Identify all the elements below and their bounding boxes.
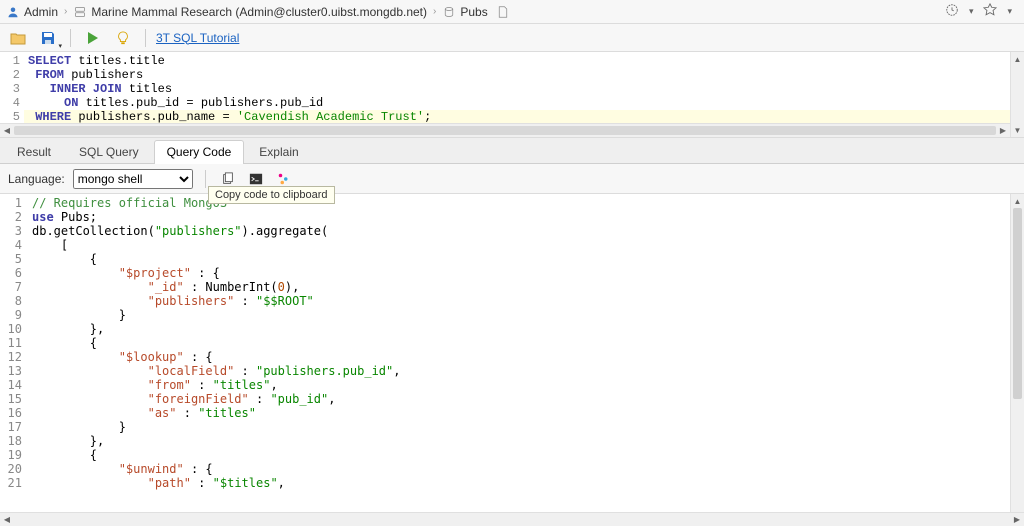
code-line[interactable]: } [28, 308, 1024, 322]
code-line[interactable]: "$unwind" : { [28, 462, 1024, 476]
code-line[interactable]: "from" : "titles", [28, 378, 1024, 392]
code-line[interactable]: { [28, 336, 1024, 350]
code-line[interactable]: "foreignField" : "pub_id", [28, 392, 1024, 406]
language-label: Language: [8, 172, 65, 186]
code-line[interactable]: INNER JOIN titles [24, 82, 1024, 96]
user-icon [6, 5, 20, 19]
code-line[interactable]: "_id" : NumberInt(0), [28, 280, 1024, 294]
chevron-right-icon: › [64, 6, 67, 17]
save-button[interactable]: ▾ [36, 27, 60, 49]
code-line[interactable]: WHERE publishers.pub_name = 'Cavendish A… [24, 110, 1024, 124]
sql-editor[interactable]: 12345 SELECT titles.title FROM publisher… [0, 52, 1024, 138]
scrollbar-vertical[interactable]: ▲ ▼ [1010, 52, 1024, 137]
scroll-right-icon[interactable]: ▶ [996, 126, 1010, 135]
scroll-up-icon[interactable]: ▲ [1011, 52, 1024, 66]
code-line[interactable]: { [28, 252, 1024, 266]
history-icon[interactable] [945, 3, 959, 20]
run-button[interactable] [81, 27, 105, 49]
breadcrumb-connection[interactable]: Marine Mammal Research (Admin@cluster0.u… [91, 5, 427, 19]
scroll-left-icon[interactable]: ◀ [0, 515, 14, 524]
query-code-editor[interactable]: 123456789101112131415161718192021 // Req… [0, 194, 1024, 512]
scroll-up-icon[interactable]: ▲ [1011, 194, 1024, 208]
code-line[interactable]: "$project" : { [28, 266, 1024, 280]
hint-button[interactable] [111, 27, 135, 49]
tab-result[interactable]: Result [4, 140, 64, 164]
code-line[interactable]: "localField" : "publishers.pub_id", [28, 364, 1024, 378]
tab-query-code[interactable]: Query Code [154, 140, 245, 164]
code-line[interactable]: }, [28, 322, 1024, 336]
breadcrumb-user[interactable]: Admin [24, 5, 58, 19]
scrollbar-horizontal[interactable]: ◀ ▶ [0, 123, 1010, 137]
star-icon[interactable] [983, 3, 997, 20]
code-line[interactable]: { [28, 448, 1024, 462]
scroll-down-icon[interactable]: ▼ [1011, 123, 1024, 137]
document-icon [496, 5, 510, 19]
scrollbar-horizontal[interactable]: ◀ ▶ [0, 512, 1024, 526]
chevron-right-icon: › [433, 6, 436, 17]
code-line[interactable]: }, [28, 434, 1024, 448]
code-line[interactable]: [ [28, 238, 1024, 252]
dropdown-icon[interactable]: ▾ [1007, 6, 1012, 17]
tab-sql-query[interactable]: SQL Query [66, 140, 152, 164]
divider [145, 29, 146, 47]
code-line[interactable]: "as" : "titles" [28, 406, 1024, 420]
divider [70, 29, 71, 47]
scroll-right-icon[interactable]: ▶ [1010, 515, 1024, 524]
scroll-thumb[interactable] [14, 126, 996, 135]
code-line[interactable]: db.getCollection("publishers").aggregate… [28, 224, 1024, 238]
scrollbar-vertical[interactable]: ▲ [1010, 194, 1024, 512]
breadcrumb: Admin › Marine Mammal Research (Admin@cl… [0, 0, 1024, 24]
code-line[interactable]: ON titles.pub_id = publishers.pub_id [24, 96, 1024, 110]
database-icon [442, 5, 456, 19]
code-line[interactable]: use Pubs; [28, 210, 1024, 224]
tab-explain[interactable]: Explain [246, 140, 311, 164]
code-line[interactable]: } [28, 420, 1024, 434]
server-icon [73, 5, 87, 19]
code-line[interactable]: "$lookup" : { [28, 350, 1024, 364]
code-line[interactable]: "path" : "$titles", [28, 476, 1024, 490]
breadcrumb-db[interactable]: Pubs [460, 5, 487, 19]
scroll-left-icon[interactable]: ◀ [0, 126, 14, 135]
code-line[interactable]: SELECT titles.title [24, 54, 1024, 68]
code-line[interactable]: "publishers" : "$$ROOT" [28, 294, 1024, 308]
results-tabs: ResultSQL QueryQuery CodeExplain [0, 138, 1024, 164]
toolbar: ▾ 3T SQL Tutorial [0, 24, 1024, 52]
gutter: 123456789101112131415161718192021 [0, 194, 28, 512]
language-select[interactable]: mongo shell [73, 169, 193, 189]
code-line[interactable]: FROM publishers [24, 68, 1024, 82]
open-folder-button[interactable] [6, 27, 30, 49]
language-bar: Language: mongo shell Copy code to clipb… [0, 164, 1024, 194]
dropdown-icon[interactable]: ▾ [969, 6, 974, 17]
code-line[interactable]: // Requires official MongoS [28, 196, 1024, 210]
scroll-thumb[interactable] [1013, 208, 1022, 399]
tooltip: Copy code to clipboard [208, 186, 335, 204]
tutorial-link[interactable]: 3T SQL Tutorial [156, 31, 239, 45]
divider [205, 170, 206, 188]
